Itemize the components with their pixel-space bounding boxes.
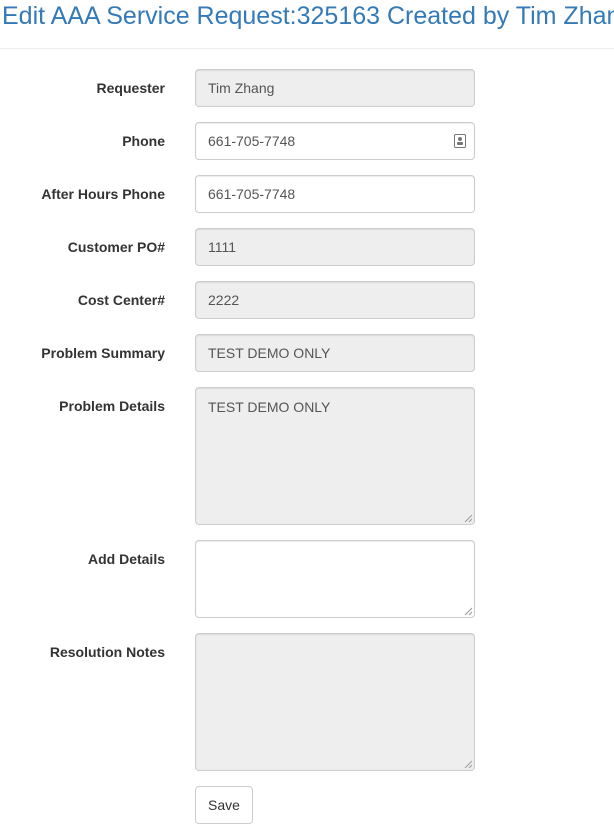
- add-details-textarea[interactable]: [195, 540, 475, 618]
- page-title: Edit AAA Service Request:325163 Created …: [2, 2, 614, 30]
- resize-grip-icon[interactable]: [464, 514, 473, 523]
- phone-field[interactable]: 661-705-7748: [195, 122, 475, 160]
- title-divider: [0, 48, 614, 49]
- requester-label: Requester: [96, 80, 165, 96]
- contact-card-icon[interactable]: [454, 134, 466, 148]
- customer-po-field: 1111: [195, 228, 475, 266]
- requester-field: Tim Zhang: [195, 69, 475, 107]
- problem-summary-label: Problem Summary: [41, 345, 165, 361]
- after-hours-phone-label: After Hours Phone: [41, 186, 165, 202]
- add-details-label: Add Details: [87, 551, 165, 567]
- problem-details-textarea: TEST DEMO ONLY: [195, 387, 475, 525]
- customer-po-label: Customer PO#: [67, 239, 165, 255]
- cost-center-label: Cost Center#: [77, 292, 165, 308]
- cost-center-field: 2222: [195, 281, 475, 319]
- resize-grip-icon[interactable]: [464, 607, 473, 616]
- phone-label: Phone: [122, 133, 165, 149]
- problem-details-value: TEST DEMO ONLY: [208, 399, 331, 415]
- resize-grip-icon[interactable]: [464, 760, 473, 769]
- after-hours-phone-field[interactable]: 661-705-7748: [195, 175, 475, 213]
- problem-summary-field: TEST DEMO ONLY: [195, 334, 475, 372]
- problem-details-label: Problem Details: [59, 398, 165, 414]
- resolution-notes-label: Resolution Notes: [49, 644, 165, 660]
- resolution-notes-textarea: [195, 633, 475, 771]
- phone-value: 661-705-7748: [208, 133, 296, 149]
- save-button[interactable]: Save: [195, 786, 253, 824]
